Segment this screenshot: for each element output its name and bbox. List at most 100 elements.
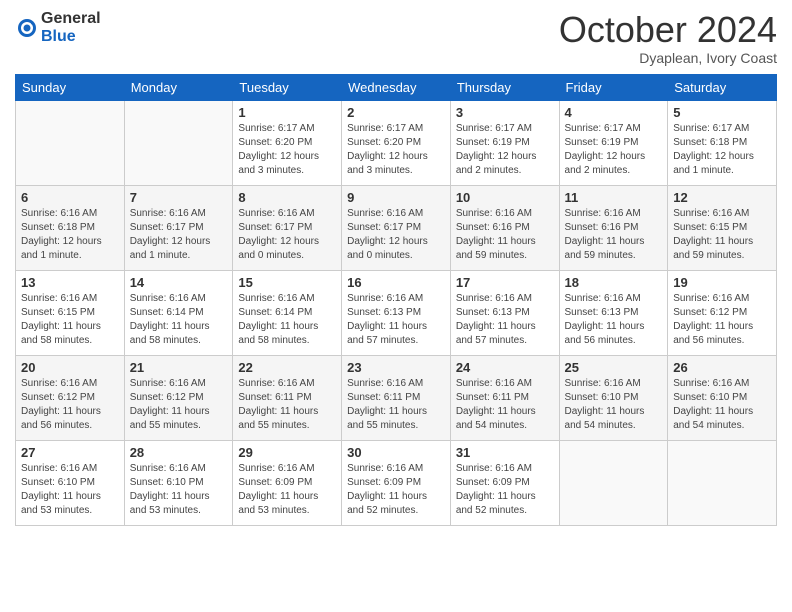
day-number: 9 — [347, 190, 445, 205]
calendar-cell: 12 Sunrise: 6:16 AMSunset: 6:15 PMDayligh… — [668, 185, 777, 270]
weekday-header-friday: Friday — [559, 74, 668, 100]
calendar-cell — [16, 100, 125, 185]
calendar-cell: 31Sunrise: 6:16 AMSunset: 6:09 PMDayligh… — [450, 440, 559, 525]
logo-general-text: General — [41, 10, 101, 28]
day-info: Sunrise: 6:16 AMSunset: 6:16 PMDaylight:… — [565, 207, 663, 263]
day-number: 1 — [238, 105, 336, 120]
day-number: 18 — [565, 275, 663, 290]
day-info: Sunrise: 6:16 AMSunset: 6:11 PMDaylight:… — [238, 377, 336, 433]
calendar-cell: 30 Sunrise: 6:16 AMSunset: 6:09 PMDayligh… — [342, 440, 451, 525]
logo-blue-text: Blue — [41, 28, 101, 46]
calendar-cell — [668, 440, 777, 525]
day-number: 21 — [130, 360, 228, 375]
day-info: Sunrise: 6:16 AMSunset: 6:13 PMDaylight:… — [456, 292, 554, 348]
day-number: 15 — [238, 275, 336, 290]
day-number: 11 — [565, 190, 663, 205]
day-number: 26 — [673, 360, 771, 375]
day-info: Sunrise: 6:17 AMSunset: 6:19 PMDaylight:… — [456, 122, 554, 178]
calendar-cell: 9Sunrise: 6:16 AMSunset: 6:17 PMDaylight… — [342, 185, 451, 270]
day-info: Sunrise: 6:16 AMSunset: 6:10 PMDaylight:… — [130, 462, 228, 518]
day-number: 12 — [673, 190, 771, 205]
weekday-header-sunday: Sunday — [16, 74, 125, 100]
calendar-cell: 23Sunrise: 6:16 AMSunset: 6:11 PMDayligh… — [342, 355, 451, 440]
calendar-cell: 1 Sunrise: 6:17 AMSunset: 6:20 PMDaylight… — [233, 100, 342, 185]
day-number: 24 — [456, 360, 554, 375]
day-info: Sunrise: 6:16 AMSunset: 6:17 PMDaylight:… — [238, 207, 336, 263]
day-info: Sunrise: 6:16 AMSunset: 6:13 PMDaylight:… — [347, 292, 445, 348]
day-number: 8 — [238, 190, 336, 205]
day-info: Sunrise: 6:16 AMSunset: 6:15 PMDaylight:… — [21, 292, 119, 348]
day-info: Sunrise: 6:16 AMSunset: 6:15 PMDaylight:… — [673, 207, 771, 263]
day-number: 28 — [130, 445, 228, 460]
day-info: Sunrise: 6:17 AMSunset: 6:18 PMDaylight:… — [673, 122, 771, 178]
calendar-cell: 15 Sunrise: 6:16 AMSunset: 6:14 PMDayligh… — [233, 270, 342, 355]
calendar-cell: 5 Sunrise: 6:17 AMSunset: 6:18 PMDaylight… — [668, 100, 777, 185]
weekday-header-wednesday: Wednesday — [342, 74, 451, 100]
week-row-1: 1 Sunrise: 6:17 AMSunset: 6:20 PMDaylight… — [16, 100, 777, 185]
title-block: October 2024 Dyaplean, Ivory Coast — [559, 10, 777, 66]
day-info: Sunrise: 6:17 AMSunset: 6:20 PMDaylight:… — [347, 122, 445, 178]
calendar-cell: 24 Sunrise: 6:16 AMSunset: 6:11 PMDayligh… — [450, 355, 559, 440]
weekday-header-tuesday: Tuesday — [233, 74, 342, 100]
calendar-cell: 11 Sunrise: 6:16 AMSunset: 6:16 PMDayligh… — [559, 185, 668, 270]
day-number: 23 — [347, 360, 445, 375]
calendar-cell: 17 Sunrise: 6:16 AMSunset: 6:13 PMDayligh… — [450, 270, 559, 355]
day-info: Sunrise: 6:16 AMSunset: 6:12 PMDaylight:… — [21, 377, 119, 433]
calendar-cell: 25Sunrise: 6:16 AMSunset: 6:10 PMDayligh… — [559, 355, 668, 440]
day-info: Sunrise: 6:16 AMSunset: 6:12 PMDaylight:… — [673, 292, 771, 348]
day-number: 13 — [21, 275, 119, 290]
day-info: Sunrise: 6:16 AMSunset: 6:11 PMDaylight:… — [456, 377, 554, 433]
day-number: 30 — [347, 445, 445, 460]
day-info: Sunrise: 6:16 AMSunset: 6:14 PMDaylight:… — [238, 292, 336, 348]
day-number: 20 — [21, 360, 119, 375]
calendar-cell: 18Sunrise: 6:16 AMSunset: 6:13 PMDayligh… — [559, 270, 668, 355]
day-number: 19 — [673, 275, 771, 290]
calendar-cell: 14 Sunrise: 6:16 AMSunset: 6:14 PMDayligh… — [124, 270, 233, 355]
calendar-cell: 20 Sunrise: 6:16 AMSunset: 6:12 PMDayligh… — [16, 355, 125, 440]
weekday-header-row: SundayMondayTuesdayWednesdayThursdayFrid… — [16, 74, 777, 100]
day-info: Sunrise: 6:17 AMSunset: 6:19 PMDaylight:… — [565, 122, 663, 178]
weekday-header-thursday: Thursday — [450, 74, 559, 100]
location: Dyaplean, Ivory Coast — [559, 50, 777, 66]
day-number: 29 — [238, 445, 336, 460]
calendar-cell: 19 Sunrise: 6:16 AMSunset: 6:12 PMDayligh… — [668, 270, 777, 355]
calendar-cell: 10 Sunrise: 6:16 AMSunset: 6:16 PMDayligh… — [450, 185, 559, 270]
day-number: 14 — [130, 275, 228, 290]
day-info: Sunrise: 6:16 AMSunset: 6:16 PMDaylight:… — [456, 207, 554, 263]
calendar-cell: 13 Sunrise: 6:16 AMSunset: 6:15 PMDayligh… — [16, 270, 125, 355]
calendar-cell: 27 Sunrise: 6:16 AMSunset: 6:10 PMDayligh… — [16, 440, 125, 525]
day-number: 4 — [565, 105, 663, 120]
day-info: Sunrise: 6:16 AMSunset: 6:14 PMDaylight:… — [130, 292, 228, 348]
calendar-table: SundayMondayTuesdayWednesdayThursdayFrid… — [15, 74, 777, 526]
logo: General Blue — [15, 10, 101, 45]
day-number: 5 — [673, 105, 771, 120]
calendar-cell: 26Sunrise: 6:16 AMSunset: 6:10 PMDayligh… — [668, 355, 777, 440]
day-info: Sunrise: 6:16 AMSunset: 6:10 PMDaylight:… — [21, 462, 119, 518]
week-row-4: 20 Sunrise: 6:16 AMSunset: 6:12 PMDayligh… — [16, 355, 777, 440]
day-number: 10 — [456, 190, 554, 205]
day-number: 16 — [347, 275, 445, 290]
day-number: 7 — [130, 190, 228, 205]
day-number: 27 — [21, 445, 119, 460]
day-number: 22 — [238, 360, 336, 375]
day-info: Sunrise: 6:16 AMSunset: 6:17 PMDaylight:… — [130, 207, 228, 263]
calendar-cell — [124, 100, 233, 185]
weekday-header-saturday: Saturday — [668, 74, 777, 100]
calendar-cell: 21Sunrise: 6:16 AMSunset: 6:12 PMDayligh… — [124, 355, 233, 440]
day-info: Sunrise: 6:16 AMSunset: 6:09 PMDaylight:… — [238, 462, 336, 518]
day-info: Sunrise: 6:17 AMSunset: 6:20 PMDaylight:… — [238, 122, 336, 178]
week-row-3: 13 Sunrise: 6:16 AMSunset: 6:15 PMDayligh… — [16, 270, 777, 355]
day-number: 6 — [21, 190, 119, 205]
calendar-cell: 6Sunrise: 6:16 AMSunset: 6:18 PMDaylight… — [16, 185, 125, 270]
day-info: Sunrise: 6:16 AMSunset: 6:09 PMDaylight:… — [347, 462, 445, 518]
weekday-header-monday: Monday — [124, 74, 233, 100]
calendar-cell: 22 Sunrise: 6:16 AMSunset: 6:11 PMDayligh… — [233, 355, 342, 440]
day-number: 17 — [456, 275, 554, 290]
day-number: 31 — [456, 445, 554, 460]
calendar-cell: 7 Sunrise: 6:16 AMSunset: 6:17 PMDaylight… — [124, 185, 233, 270]
calendar-cell: 29 Sunrise: 6:16 AMSunset: 6:09 PMDayligh… — [233, 440, 342, 525]
day-number: 25 — [565, 360, 663, 375]
calendar-cell: 8 Sunrise: 6:16 AMSunset: 6:17 PMDaylight… — [233, 185, 342, 270]
calendar-cell: 3Sunrise: 6:17 AMSunset: 6:19 PMDaylight… — [450, 100, 559, 185]
calendar-cell: 2Sunrise: 6:17 AMSunset: 6:20 PMDaylight… — [342, 100, 451, 185]
